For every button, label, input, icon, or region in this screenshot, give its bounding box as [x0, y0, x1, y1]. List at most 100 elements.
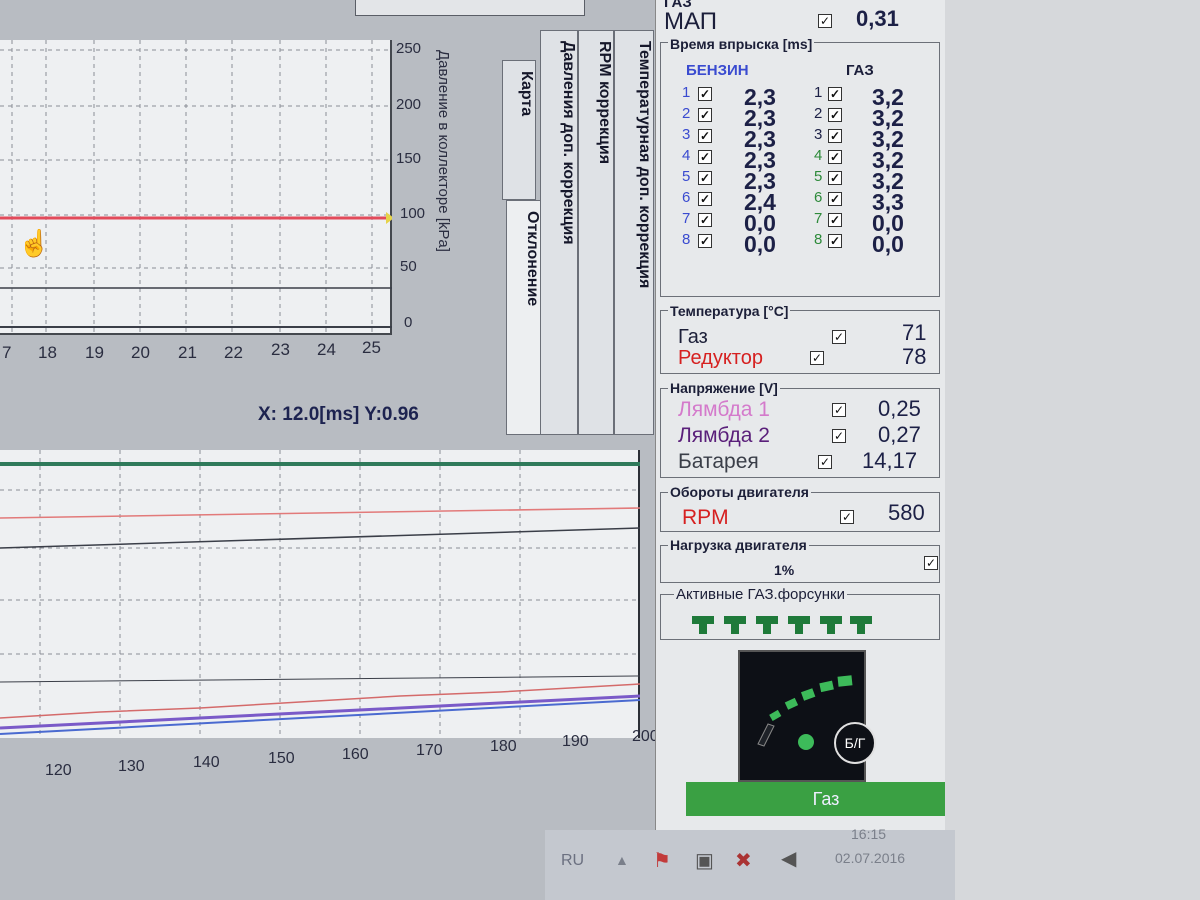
gas-injector-checkbox[interactable]: ✓	[828, 87, 842, 101]
clock-time[interactable]: 16:15	[851, 826, 886, 842]
reducer-temp-checkbox[interactable]: ✓	[810, 351, 824, 365]
petrol-injector-checkbox[interactable]: ✓	[698, 192, 712, 206]
lambda1-value: 0,25	[878, 396, 921, 421]
tab-rpm-correction[interactable]: RPM коррекция	[578, 30, 614, 435]
battery-value: 14,17	[862, 448, 918, 473]
tab-temperature-correction[interactable]: Температурная доп. коррекция	[614, 30, 654, 435]
x-tick: 20	[131, 343, 150, 362]
petrol-index: 8	[682, 231, 691, 248]
fuel-toggle-button[interactable]: Б/Г	[834, 722, 876, 764]
language-indicator[interactable]: RU	[561, 852, 584, 870]
gas-index: 3	[814, 126, 823, 143]
x-tick: 22	[224, 343, 243, 362]
gas-time: 0,0	[872, 231, 904, 257]
gas-temp-value: 71	[902, 320, 927, 345]
hand-cursor-icon: ☝	[18, 228, 51, 258]
fuel-status-bar: Газ	[686, 782, 966, 816]
lambda2-label: Лямбда 2	[678, 424, 770, 447]
temperature-title: Температура [°C]	[668, 303, 791, 319]
tab-deviation[interactable]: Отклонение	[506, 200, 542, 435]
gas-injector-checkbox[interactable]: ✓	[828, 213, 842, 227]
petrol-injector-checkbox[interactable]: ✓	[698, 150, 712, 164]
y-tick: 0	[404, 314, 413, 331]
gas-injector-checkbox[interactable]: ✓	[828, 129, 842, 143]
tab-pressure-correction[interactable]: Давления доп. коррекция	[540, 30, 578, 435]
clock-date[interactable]: 02.07.2016	[835, 850, 905, 866]
petrol-index: 4	[682, 147, 691, 164]
petrol-injector-checkbox[interactable]: ✓	[698, 213, 712, 227]
map-chart[interactable]	[0, 40, 394, 335]
voltage-title: Напряжение [V]	[668, 380, 780, 396]
map-chart-grid	[0, 40, 394, 335]
reducer-temp-label: Редуктор	[678, 347, 763, 369]
gas-index: 6	[814, 189, 823, 206]
rpm-title: Обороты двигателя	[668, 484, 811, 500]
petrol-injector-checkbox[interactable]: ✓	[698, 87, 712, 101]
x-tick: 130	[118, 758, 145, 775]
lambda2-value: 0,27	[878, 422, 921, 447]
injector-row-8: 8 ✓ 0,0 8 ✓ 0,0	[682, 231, 942, 257]
x-tick: 25	[362, 338, 381, 357]
gas-injector-checkbox[interactable]: ✓	[828, 234, 842, 248]
volume-icon[interactable]: ◀	[781, 846, 796, 871]
rpm-checkbox[interactable]: ✓	[840, 510, 854, 524]
cursor-coordinates: X: 12.0[ms] Y:0.96	[258, 404, 419, 425]
gas-index: 1	[814, 84, 823, 101]
injector-row-7: 7 ✓ 0,0 7 ✓ 0,0	[682, 210, 942, 236]
flag-icon[interactable]: ⚑	[653, 848, 671, 873]
network-icon[interactable]: ▣	[695, 848, 714, 873]
petrol-injector-checkbox[interactable]: ✓	[698, 171, 712, 185]
gas-injector-checkbox[interactable]: ✓	[828, 192, 842, 206]
rpm-value: 580	[888, 500, 925, 525]
lambda2-checkbox[interactable]: ✓	[832, 429, 846, 443]
x-tick: 19	[85, 343, 104, 362]
x-tick: 140	[193, 754, 220, 771]
x-tick: 18	[38, 343, 57, 362]
petrol-injector-checkbox[interactable]: ✓	[698, 234, 712, 248]
reducer-temp-value: 78	[902, 344, 927, 369]
top-tab-strip	[355, 0, 585, 16]
power-icon[interactable]: ✖	[735, 848, 752, 873]
petrol-injector-checkbox[interactable]: ✓	[698, 108, 712, 122]
y-tick: 250	[396, 40, 422, 57]
y-tick: 50	[400, 258, 417, 275]
injector-row-2: 2 ✓ 2,3 2 ✓ 3,2	[682, 105, 942, 131]
taskbar: RU ▲ ⚑ ▣ ✖ ◀ 16:15 02.07.2016	[545, 826, 955, 900]
x-tick: 21	[178, 343, 197, 362]
lambda1-label: Лямбда 1	[678, 398, 770, 421]
battery-checkbox[interactable]: ✓	[818, 455, 832, 469]
x-tick: 150	[268, 750, 295, 767]
lower-chart-grid	[0, 450, 641, 738]
petrol-time: 0,0	[744, 231, 776, 257]
y-tick: 150	[396, 150, 422, 167]
gas-index: 8	[814, 231, 823, 248]
load-checkbox[interactable]: ✓	[924, 556, 938, 570]
injector-row-6: 6 ✓ 2,4 6 ✓ 3,3	[682, 189, 942, 215]
map-checkbox[interactable]: ✓	[818, 14, 832, 28]
y-tick: 200	[396, 96, 422, 113]
y-tick: 100	[400, 205, 426, 222]
map-label: МАП	[664, 8, 717, 35]
injector-row-1: 1 ✓ 2,3 1 ✓ 3,2	[682, 84, 942, 110]
petrol-header: БЕНЗИН	[686, 62, 749, 79]
active-injectors-title: Активные ГАЗ.форсунки	[674, 586, 847, 603]
petrol-index: 5	[682, 168, 691, 185]
gas-injector-checkbox[interactable]: ✓	[828, 171, 842, 185]
petrol-index: 6	[682, 189, 691, 206]
gas-temp-checkbox[interactable]: ✓	[832, 330, 846, 344]
load-title: Нагрузка двигателя	[668, 537, 809, 553]
gas-injector-checkbox[interactable]: ✓	[828, 108, 842, 122]
gas-index: 2	[814, 105, 823, 122]
lambda1-checkbox[interactable]: ✓	[832, 403, 846, 417]
gas-index: 5	[814, 168, 823, 185]
x-tick: 24	[317, 340, 336, 359]
tray-expand-icon[interactable]: ▲	[615, 852, 629, 868]
injector-row-4: 4 ✓ 2,3 4 ✓ 3,2	[682, 147, 942, 173]
lower-chart[interactable]	[0, 450, 641, 738]
petrol-injector-checkbox[interactable]: ✓	[698, 129, 712, 143]
tab-map[interactable]: Карта	[502, 60, 536, 200]
gas-injector-checkbox[interactable]: ✓	[828, 150, 842, 164]
x-tick: 160	[342, 746, 369, 763]
battery-label: Батарея	[678, 450, 759, 473]
map-value: 0,31	[856, 6, 899, 31]
